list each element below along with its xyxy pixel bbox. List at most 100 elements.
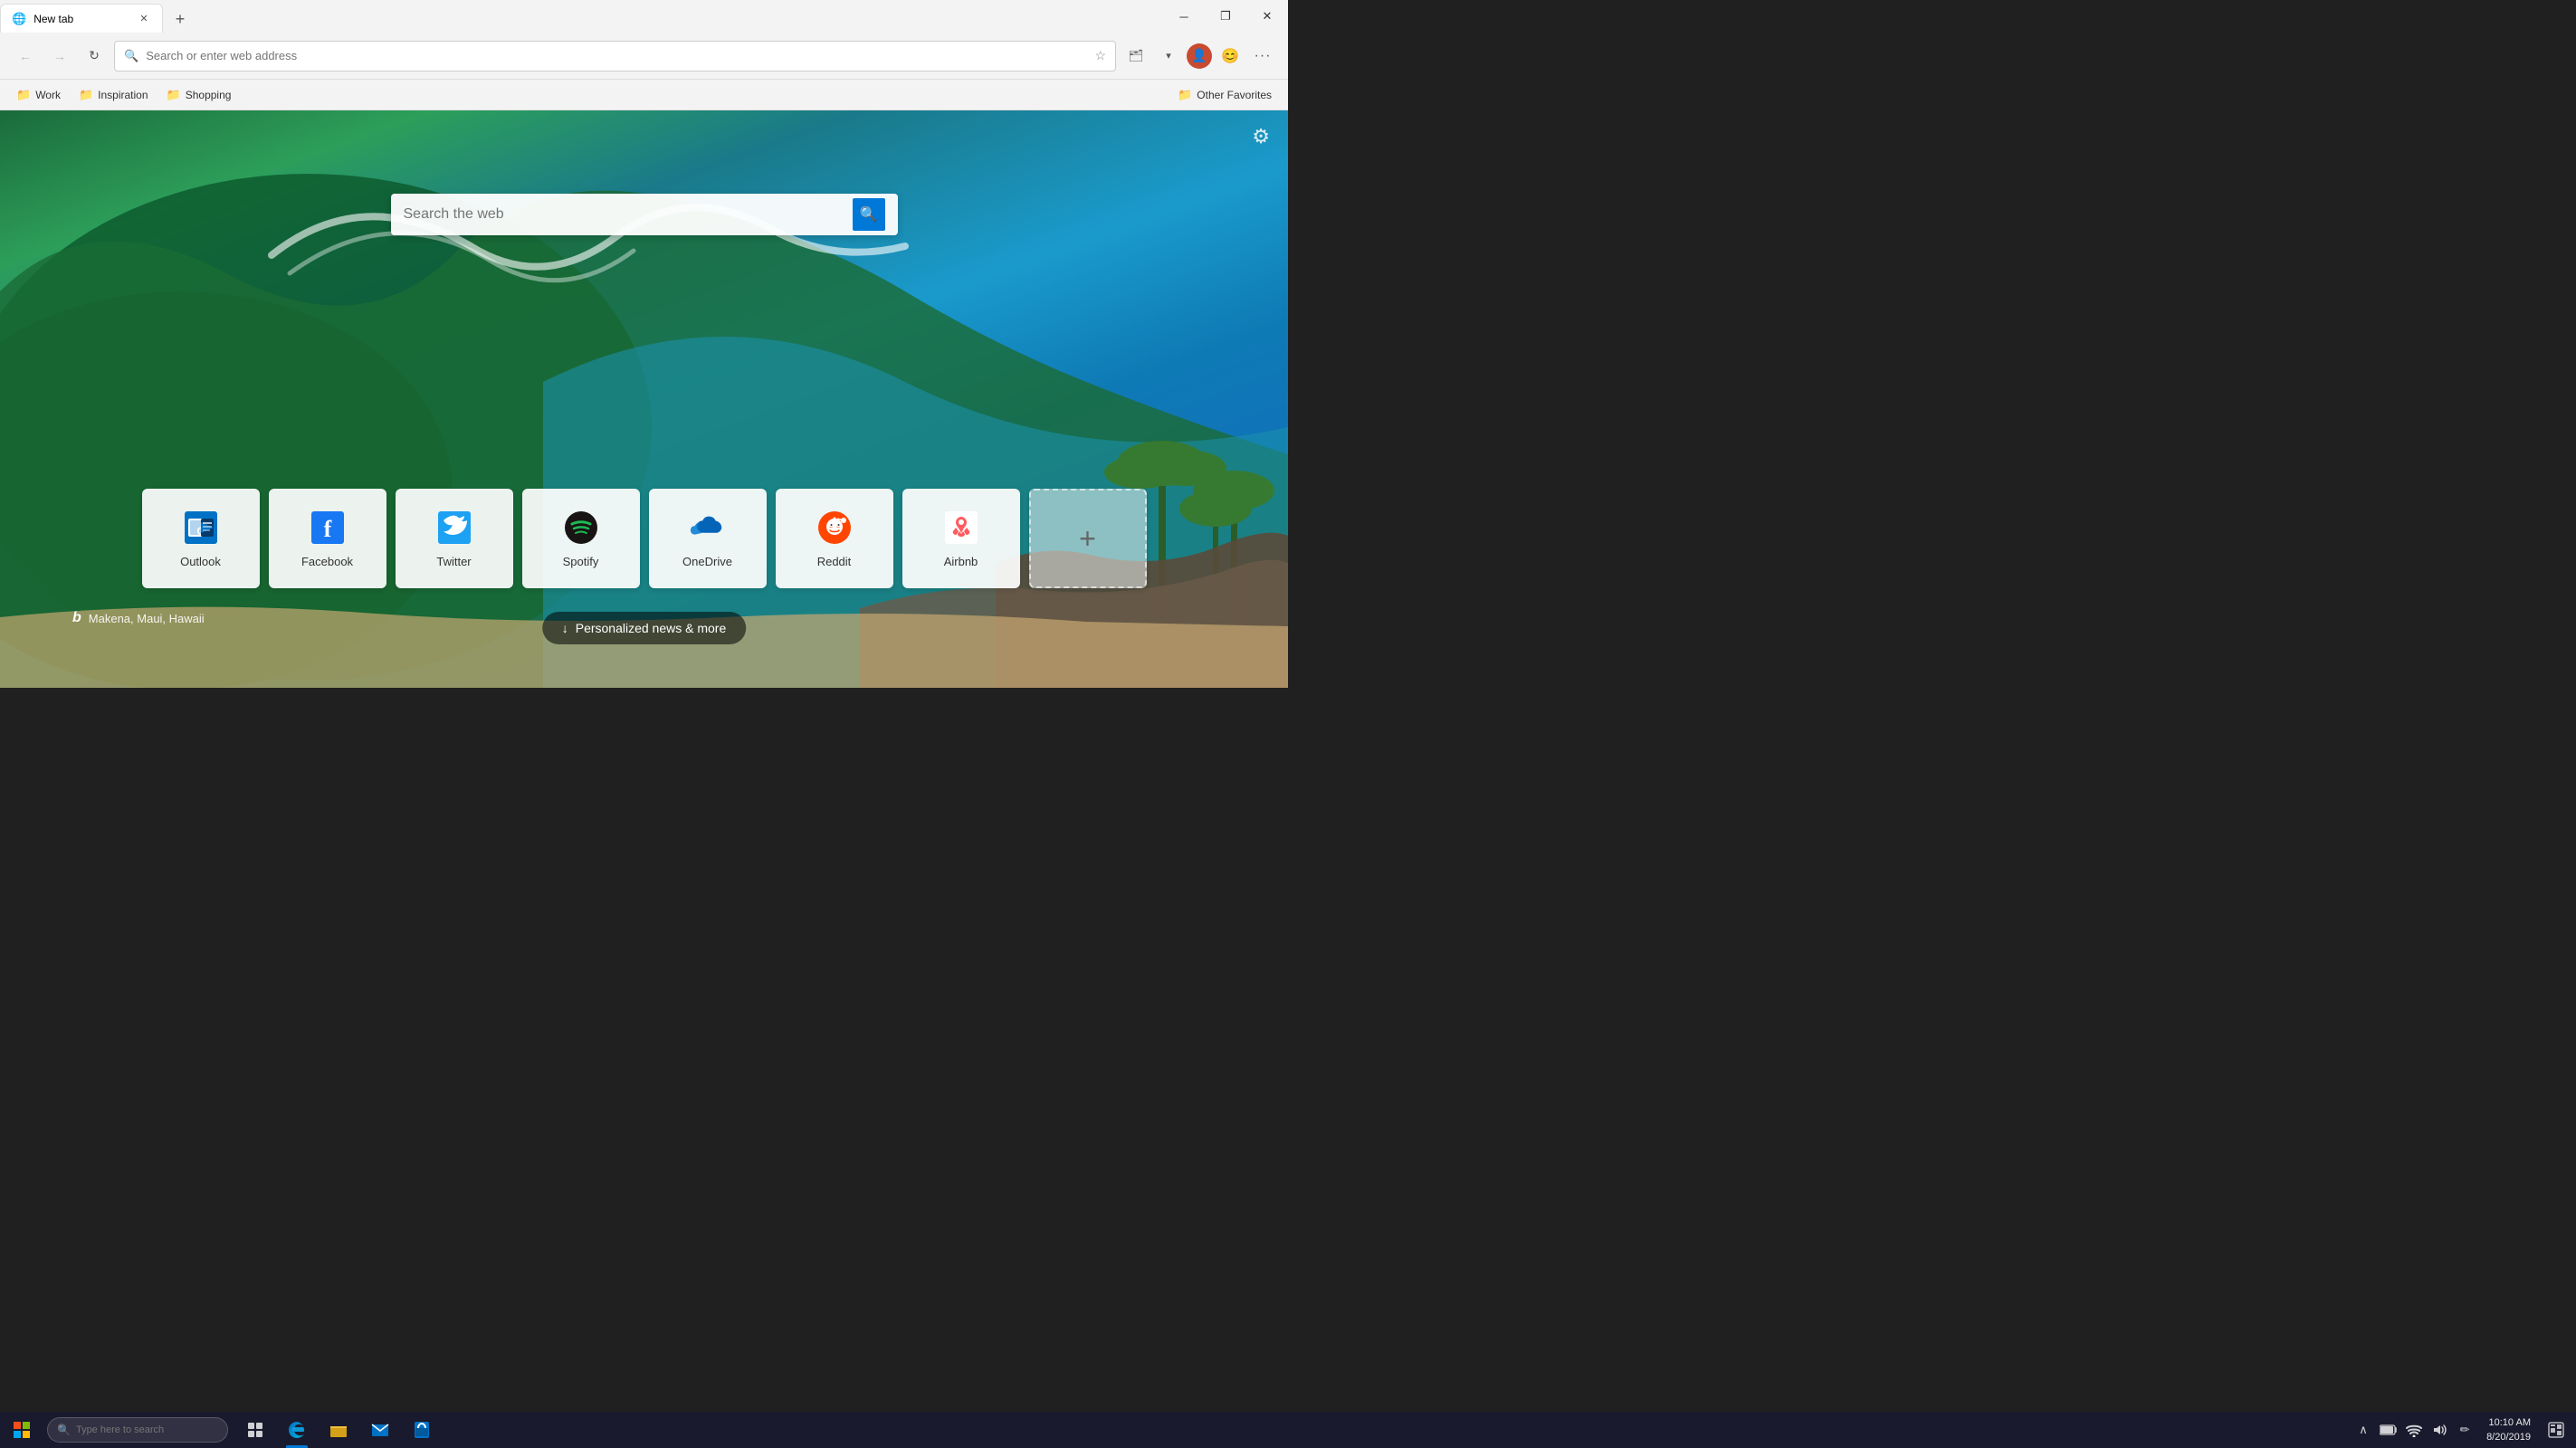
collections-button[interactable]: 🗂 xyxy=(1121,42,1150,71)
task-view-icon xyxy=(247,1422,263,1438)
mail-icon xyxy=(371,1421,389,1439)
clock-time: 10:10 AM xyxy=(2486,1415,2531,1431)
quick-links-container: O Outlook f Facebook xyxy=(142,489,1147,588)
title-bar: 🌐 New tab ✕ + ─ ❐ ✕ xyxy=(0,0,1288,33)
pen-icon[interactable]: ✏ xyxy=(2454,1419,2476,1441)
taskbar-search-icon: 🔍 xyxy=(57,1424,71,1436)
quicklink-add[interactable]: + xyxy=(1029,489,1147,588)
back-button[interactable]: ← xyxy=(11,42,40,71)
search-box[interactable]: 🔍 xyxy=(391,194,898,235)
clock-date: 8/20/2019 xyxy=(2486,1430,2531,1445)
work-folder-icon: 📁 xyxy=(16,88,31,102)
settings-gear-button[interactable]: ⚙ xyxy=(1252,125,1270,148)
search-submit-button[interactable]: 🔍 xyxy=(853,198,885,231)
taskbar-search-box[interactable]: 🔍 xyxy=(47,1417,228,1443)
edge-browser-icon xyxy=(287,1420,307,1440)
task-view-button[interactable] xyxy=(235,1412,275,1448)
volume-icon[interactable] xyxy=(2428,1419,2450,1441)
bing-logo: b xyxy=(72,610,81,626)
inspiration-label: Inspiration xyxy=(98,89,148,101)
maximize-button[interactable]: ❐ xyxy=(1205,0,1246,33)
favorites-other[interactable]: 📁 Other Favorites xyxy=(1170,84,1279,106)
quicklink-spotify[interactable]: Spotify xyxy=(522,489,640,588)
spotify-icon xyxy=(563,510,599,546)
airbnb-label: Airbnb xyxy=(944,555,978,568)
inspiration-folder-icon: 📁 xyxy=(79,88,93,102)
other-label: Other Favorites xyxy=(1197,89,1272,101)
active-tab[interactable]: 🌐 New tab ✕ xyxy=(0,4,163,33)
system-clock[interactable]: 10:10 AM 8/20/2019 xyxy=(2479,1415,2538,1445)
taskbar: 🔍 xyxy=(0,1412,2576,1448)
facebook-icon: f xyxy=(310,510,346,546)
quicklink-onedrive[interactable]: OneDrive xyxy=(649,489,767,588)
quicklink-reddit[interactable]: Reddit xyxy=(776,489,893,588)
settings-more-button[interactable]: ··· xyxy=(1248,42,1277,71)
store-taskbar-button[interactable] xyxy=(402,1412,442,1448)
toolbar: ← → ↻ 🔍 ☆ 🗂 ▾ 👤 😊 ··· xyxy=(0,33,1288,80)
shopping-label: Shopping xyxy=(186,89,232,101)
forward-button[interactable]: → xyxy=(45,42,74,71)
reddit-icon xyxy=(816,510,853,546)
outlook-label: Outlook xyxy=(180,555,221,568)
reddit-label: Reddit xyxy=(817,555,852,568)
close-button[interactable]: ✕ xyxy=(1246,0,1288,33)
web-search-input[interactable] xyxy=(404,206,853,223)
new-tab-button[interactable]: + xyxy=(167,5,194,33)
favorite-star-icon[interactable]: ☆ xyxy=(1094,48,1106,63)
favorites-shopping[interactable]: 📁 Shopping xyxy=(159,84,239,106)
news-button-label: Personalized news & more xyxy=(576,621,727,635)
onedrive-icon xyxy=(690,510,726,546)
store-icon xyxy=(413,1421,431,1439)
mail-taskbar-button[interactable] xyxy=(360,1412,400,1448)
profile-avatar[interactable]: 👤 xyxy=(1187,43,1212,69)
quicklink-outlook[interactable]: O Outlook xyxy=(142,489,260,588)
notification-icon xyxy=(2548,1422,2564,1438)
work-label: Work xyxy=(35,89,61,101)
quicklink-twitter[interactable]: Twitter xyxy=(396,489,513,588)
chevron-up-icon[interactable]: ∧ xyxy=(2352,1419,2374,1441)
battery-icon xyxy=(2378,1419,2399,1441)
quicklink-facebook[interactable]: f Facebook xyxy=(269,489,386,588)
wifi-svg-icon xyxy=(2406,1423,2422,1437)
address-bar-container[interactable]: 🔍 ☆ xyxy=(114,41,1116,71)
svg-text:f: f xyxy=(323,516,331,542)
address-search-icon: 🔍 xyxy=(124,49,138,63)
taskbar-pinned-icons xyxy=(235,1412,442,1448)
windows-logo-icon xyxy=(14,1422,30,1438)
battery-svg-icon xyxy=(2380,1424,2398,1435)
facebook-label: Facebook xyxy=(301,555,353,568)
toolbar-right: 🗂 ▾ 👤 😊 ··· xyxy=(1121,42,1277,71)
window-controls: ─ ❐ ✕ xyxy=(1163,0,1288,33)
spotify-label: Spotify xyxy=(563,555,599,568)
twitter-label: Twitter xyxy=(436,555,471,568)
tabs-area: 🌐 New tab ✕ + xyxy=(0,0,194,33)
taskbar-right: ∧ ✏ 10:10 AM 8/20 xyxy=(2352,1412,2576,1448)
minimize-button[interactable]: ─ xyxy=(1163,0,1205,33)
onedrive-label: OneDrive xyxy=(682,555,732,568)
search-box-container: 🔍 xyxy=(391,194,898,235)
bing-attribution: b Makena, Maui, Hawaii xyxy=(72,610,205,626)
favorites-work[interactable]: 📁 Work xyxy=(9,84,68,106)
refresh-button[interactable]: ↻ xyxy=(80,42,109,71)
news-arrow-icon: ↓ xyxy=(562,621,568,635)
file-explorer-icon xyxy=(329,1421,348,1439)
taskbar-search-input[interactable] xyxy=(76,1424,212,1435)
file-explorer-taskbar-button[interactable] xyxy=(319,1412,358,1448)
notification-center-button[interactable] xyxy=(2542,1412,2571,1448)
volume-svg-icon xyxy=(2431,1423,2447,1437)
main-content: ⚙ 🔍 O Outlook xyxy=(0,110,1288,688)
emoji-button[interactable]: 😊 xyxy=(1216,42,1245,71)
add-quicklink-icon: + xyxy=(1070,520,1106,557)
address-input[interactable] xyxy=(146,49,1087,62)
quicklink-airbnb[interactable]: Airbnb xyxy=(902,489,1020,588)
profile-dropdown-button[interactable]: ▾ xyxy=(1154,42,1183,71)
favorites-bar: 📁 Work 📁 Inspiration 📁 Shopping 📁 Other … xyxy=(0,80,1288,110)
start-button[interactable] xyxy=(0,1412,43,1448)
tab-edge-icon: 🌐 xyxy=(12,12,26,26)
tab-close-button[interactable]: ✕ xyxy=(137,12,151,26)
twitter-icon xyxy=(436,510,472,546)
favorites-inspiration[interactable]: 📁 Inspiration xyxy=(72,84,156,106)
edge-taskbar-button[interactable] xyxy=(277,1412,317,1448)
personalized-news-button[interactable]: ↓ Personalized news & more xyxy=(542,612,747,644)
wifi-icon[interactable] xyxy=(2403,1419,2425,1441)
